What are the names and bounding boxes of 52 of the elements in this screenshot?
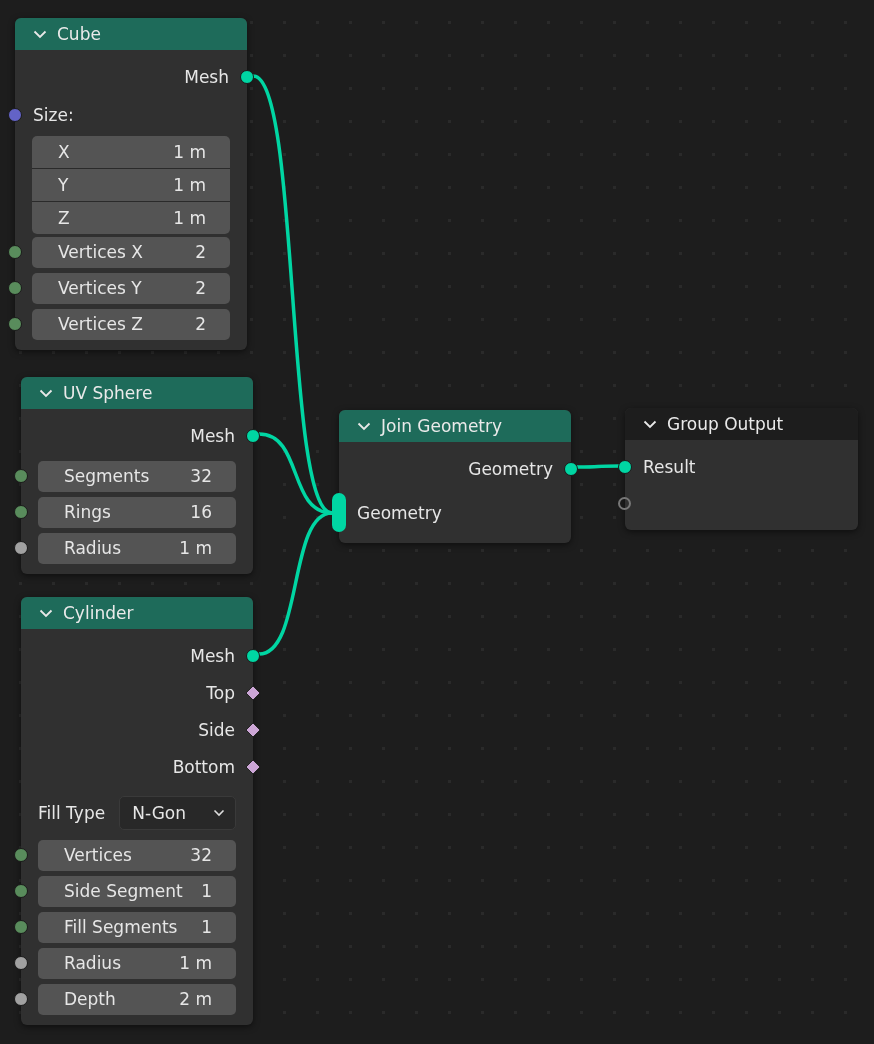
property-label: Fill Type [38, 803, 106, 823]
socket-dot[interactable] [8, 108, 22, 122]
number-field[interactable]: Radius 1 m [38, 947, 236, 979]
number-field[interactable]: Vertices Y 2 [32, 272, 230, 304]
number-field[interactable]: Fill Segments 1 [38, 911, 236, 943]
socket-label: Mesh [190, 645, 235, 666]
socket-label: Top [206, 682, 235, 703]
socket-label: Size: [33, 105, 74, 125]
socket-dot[interactable] [14, 505, 28, 519]
socket-diamond[interactable] [245, 684, 261, 701]
number-field[interactable]: Side Segment 1 [38, 875, 236, 907]
chevron-icon[interactable] [643, 419, 657, 429]
socket-diamond[interactable] [245, 758, 261, 775]
number-field[interactable]: Depth 2 m [38, 983, 236, 1015]
node-header[interactable]: UV Sphere [21, 377, 253, 409]
socket-dot[interactable] [8, 317, 22, 331]
multi-input-socket[interactable] [332, 493, 346, 532]
number-field[interactable]: Radius 1 m [38, 532, 236, 564]
node-link [577, 464, 619, 469]
empty-socket[interactable] [618, 496, 631, 510]
socket-dot[interactable] [14, 469, 28, 483]
socket-dot[interactable] [8, 245, 22, 259]
node-header[interactable]: Join Geometry [339, 410, 571, 442]
socket-dot[interactable] [14, 884, 28, 898]
node-header[interactable]: Group Output [625, 408, 858, 440]
caret-icon [213, 809, 225, 817]
socket-dot[interactable] [14, 541, 28, 555]
socket-label: Result [643, 456, 696, 477]
dropdown[interactable]: N-Gon [119, 796, 236, 830]
socket-label: Mesh [190, 425, 235, 446]
socket-dot[interactable] [14, 848, 28, 862]
number-field[interactable]: Rings 16 [38, 496, 236, 528]
socket-diamond[interactable] [245, 721, 261, 738]
number-field[interactable]: Y 1 m [32, 169, 230, 201]
number-field[interactable]: Vertices Z 2 [32, 308, 230, 340]
socket-label: Geometry [357, 503, 442, 523]
socket-label: Bottom [172, 756, 235, 777]
number-field[interactable]: X 1 m [32, 136, 230, 168]
socket-dot[interactable] [618, 459, 632, 474]
number-field[interactable]: Segments 32 [38, 460, 236, 492]
node-header[interactable]: Cube [15, 18, 247, 50]
number-field[interactable]: Z 1 m [32, 202, 230, 234]
socket-dot[interactable] [14, 992, 28, 1006]
socket-dot[interactable] [14, 956, 28, 970]
socket-dot[interactable] [14, 920, 28, 934]
socket-label: Mesh [184, 66, 229, 87]
socket-dot[interactable] [8, 281, 22, 295]
number-field[interactable]: Vertices X 2 [32, 236, 230, 268]
node-header[interactable]: Cylinder [21, 597, 253, 629]
socket-label: Side [198, 719, 235, 740]
socket-label: Geometry [468, 458, 553, 479]
number-field[interactable]: Vertices 32 [38, 839, 236, 871]
